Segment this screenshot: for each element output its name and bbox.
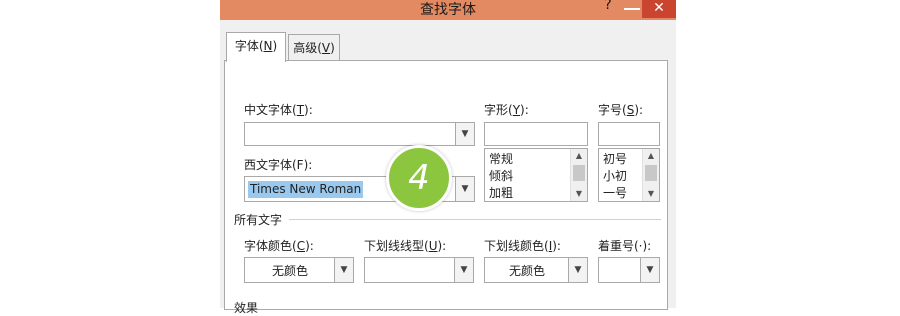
chinese-font-value (245, 123, 456, 145)
style-list[interactable]: 常规 倾斜 加粗 ▲ ▼ (484, 148, 588, 202)
western-font-label: 西文字体(F): (244, 158, 313, 172)
emphasis-value (599, 258, 641, 282)
chinese-font-select[interactable]: ▼ (244, 122, 475, 146)
size-scrollbar[interactable]: ▲ ▼ (642, 149, 659, 201)
tab-font[interactable]: 字体(N) (226, 32, 286, 62)
list-item[interactable]: 一号 (603, 184, 627, 201)
find-font-dialog: 查找字体 ? ✕ 字体(N) 高级(V) 中文字体(T): ▼ 西文字体(F):… (220, 0, 676, 315)
tab-advanced[interactable]: 高级(V) (288, 34, 340, 60)
style-label: 字形(Y): (484, 103, 529, 117)
chevron-down-icon[interactable]: ▼ (455, 123, 474, 145)
emphasis-select[interactable]: ▼ (598, 257, 660, 283)
chevron-down-icon[interactable]: ▼ (454, 258, 473, 282)
close-button[interactable]: ✕ (642, 0, 676, 18)
underline-type-value (365, 258, 455, 282)
section-divider (289, 219, 661, 220)
scroll-thumb[interactable] (573, 165, 585, 181)
font-color-select[interactable]: 无颜色 ▼ (244, 257, 354, 283)
scroll-up-icon[interactable]: ▲ (571, 149, 587, 163)
underline-color-value: 无颜色 (508, 263, 545, 278)
style-input[interactable] (484, 122, 588, 146)
underline-type-select[interactable]: ▼ (364, 257, 474, 283)
scroll-up-icon[interactable]: ▲ (643, 149, 659, 163)
tab-font-label: 字体( (234, 39, 264, 53)
tab-advanced-label-end: ) (330, 41, 335, 55)
list-item[interactable]: 初号 (603, 150, 627, 167)
list-item[interactable]: 倾斜 (489, 167, 513, 184)
style-scrollbar[interactable]: ▲ ▼ (570, 149, 587, 201)
tab-advanced-key: V (321, 41, 331, 55)
list-item[interactable]: 加粗 (489, 184, 513, 201)
size-input[interactable] (598, 122, 660, 146)
scroll-down-icon[interactable]: ▼ (571, 187, 587, 201)
emphasis-label: 着重号(·): (598, 239, 652, 253)
scroll-down-icon[interactable]: ▼ (643, 187, 659, 201)
underline-type-label: 下划线线型(U): (364, 239, 447, 253)
title-bar: 查找字体 ? ✕ (220, 0, 676, 20)
size-list[interactable]: 初号 小初 一号 ▲ ▼ (598, 148, 660, 202)
size-label: 字号(S): (598, 103, 644, 117)
chevron-down-icon[interactable]: ▼ (334, 258, 353, 282)
help-button[interactable]: ? (598, 0, 618, 13)
chevron-down-icon[interactable]: ▼ (640, 258, 659, 282)
font-color-label: 字体颜色(C): (244, 239, 314, 253)
western-font-value: Times New Roman (248, 181, 364, 198)
underline-color-select[interactable]: 无颜色 ▼ (484, 257, 588, 283)
list-item[interactable]: 小初 (603, 167, 627, 184)
chevron-down-icon[interactable]: ▼ (568, 258, 587, 282)
all-text-section-label: 所有文字 (234, 213, 283, 227)
tab-advanced-label: 高级( (293, 41, 322, 55)
chevron-down-icon[interactable]: ▼ (455, 177, 474, 201)
chinese-font-label: 中文字体(T): (244, 103, 313, 117)
font-color-value: 无颜色 (271, 263, 308, 278)
step-badge: 4 (386, 145, 452, 211)
list-item[interactable]: 常规 (489, 150, 513, 167)
minimize-icon[interactable] (624, 8, 640, 10)
scroll-thumb[interactable] (645, 165, 657, 181)
underline-color-label: 下划线颜色(I): (484, 239, 561, 253)
tab-font-label-end: ) (272, 39, 278, 53)
